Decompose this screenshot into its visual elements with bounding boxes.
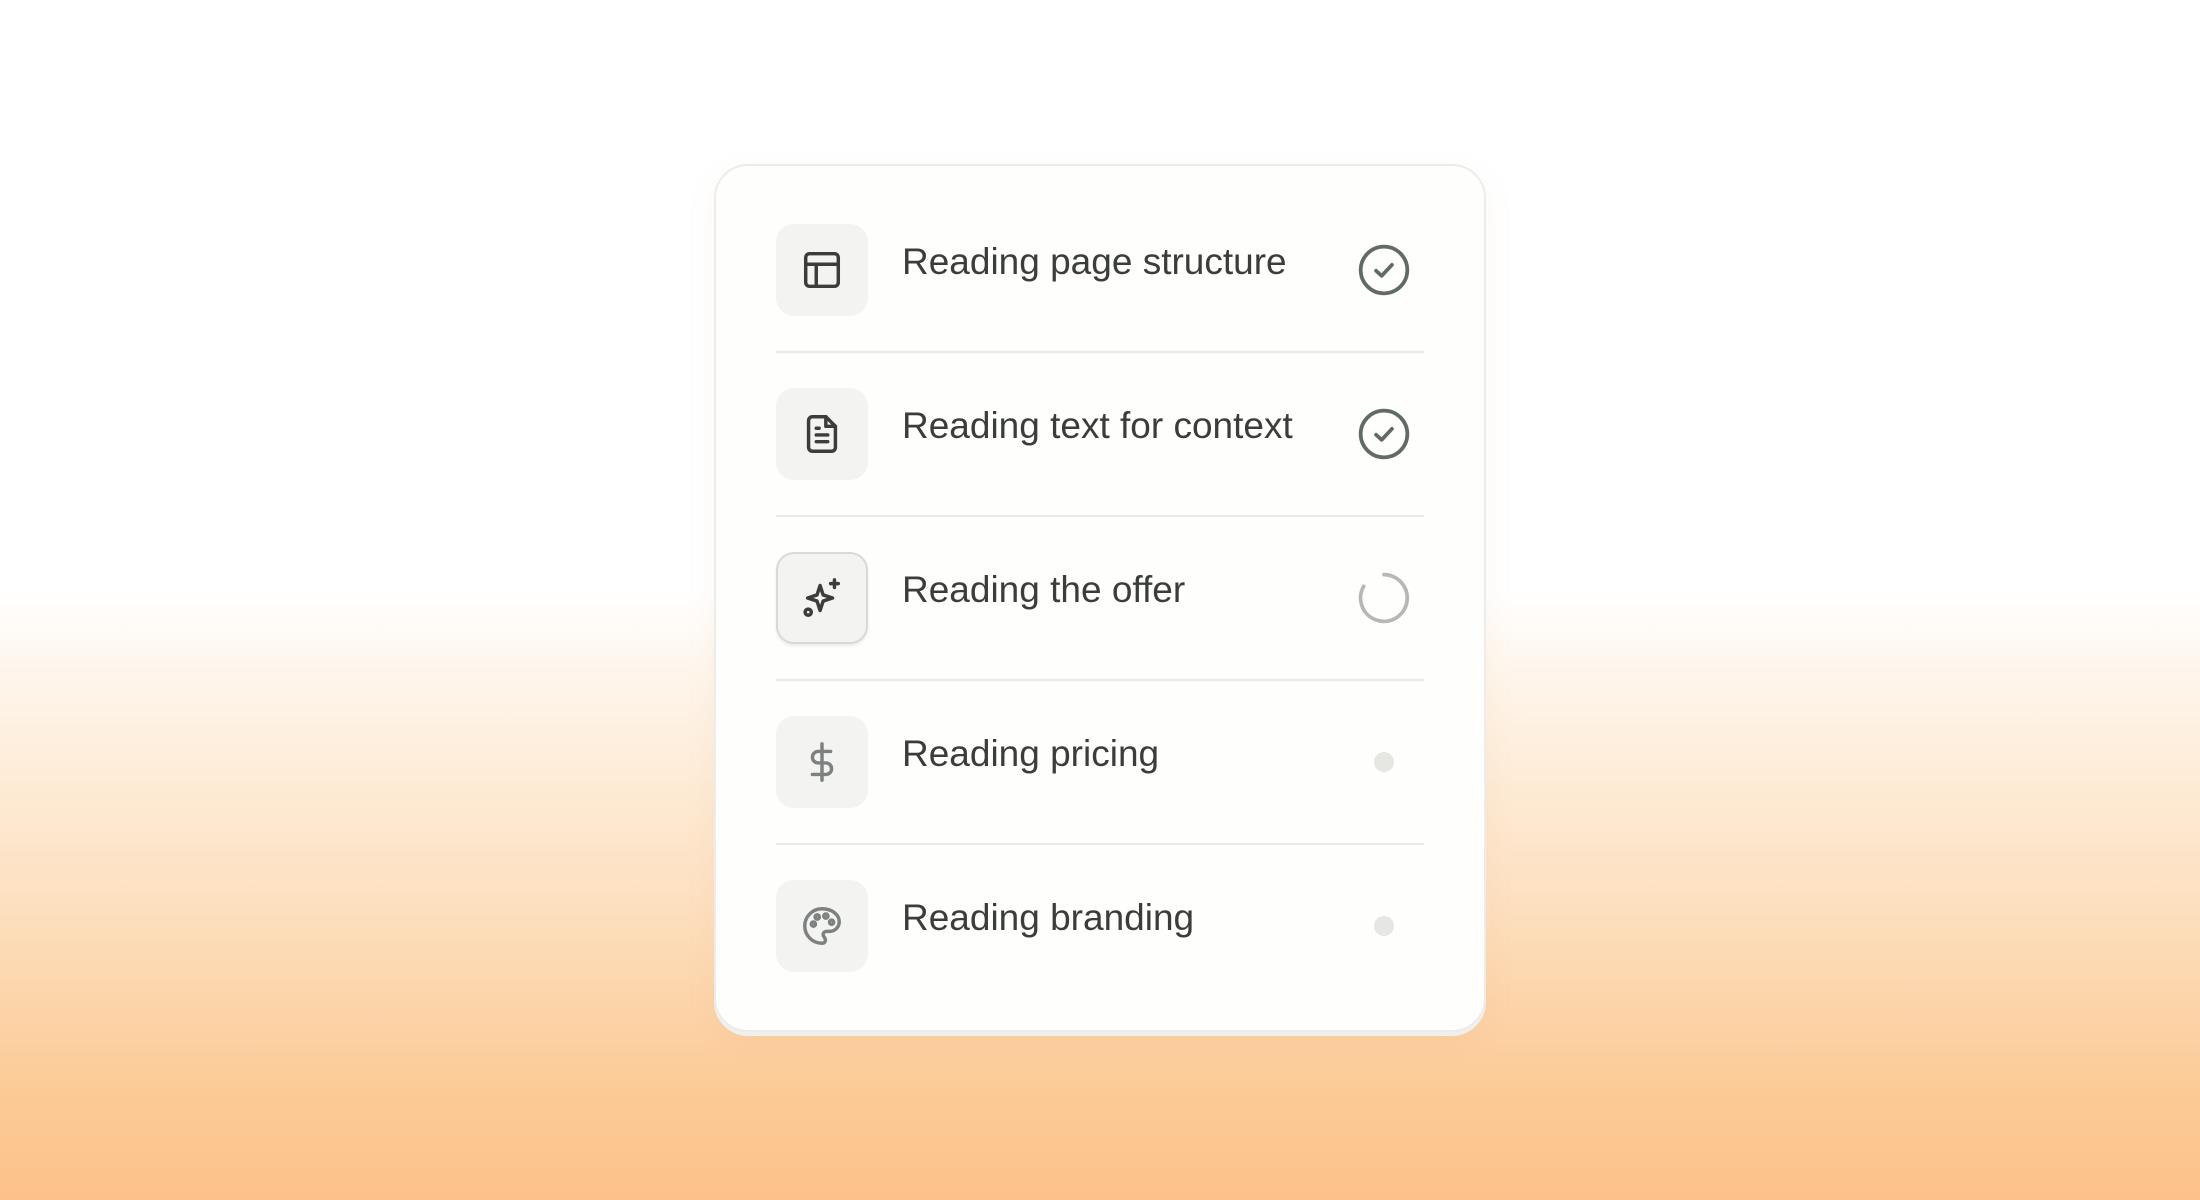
step-item-branding: Reading branding bbox=[776, 880, 1424, 972]
step-item-page-structure: Reading page structure bbox=[776, 224, 1424, 316]
document-icon bbox=[776, 388, 868, 480]
step-label: Reading pricing bbox=[902, 733, 1160, 774]
check-circle-icon bbox=[1352, 402, 1416, 466]
step-item-pricing: Reading pricing bbox=[776, 716, 1424, 808]
divider bbox=[776, 351, 1424, 353]
step-list: Reading page structure Reading text for … bbox=[776, 224, 1424, 972]
divider bbox=[776, 679, 1424, 681]
palette-icon bbox=[776, 880, 868, 972]
divider bbox=[776, 515, 1424, 517]
step-item-offer: Reading the offer bbox=[776, 552, 1424, 644]
step-label: Reading page structure bbox=[902, 241, 1287, 282]
layout-icon bbox=[776, 224, 868, 316]
sparkles-icon bbox=[776, 552, 868, 644]
pending-dot-icon bbox=[1352, 730, 1416, 794]
step-label: Reading the offer bbox=[902, 569, 1186, 610]
check-circle-icon bbox=[1352, 238, 1416, 302]
pending-dot-icon bbox=[1352, 894, 1416, 958]
progress-card: Reading page structure Reading text for … bbox=[714, 164, 1486, 1032]
step-label: Reading branding bbox=[902, 897, 1195, 938]
loading-spinner-icon bbox=[1352, 566, 1416, 630]
step-item-text-context: Reading text for context bbox=[776, 388, 1424, 480]
step-label: Reading text for context bbox=[902, 405, 1293, 446]
dollar-icon bbox=[776, 716, 868, 808]
divider bbox=[776, 843, 1424, 845]
